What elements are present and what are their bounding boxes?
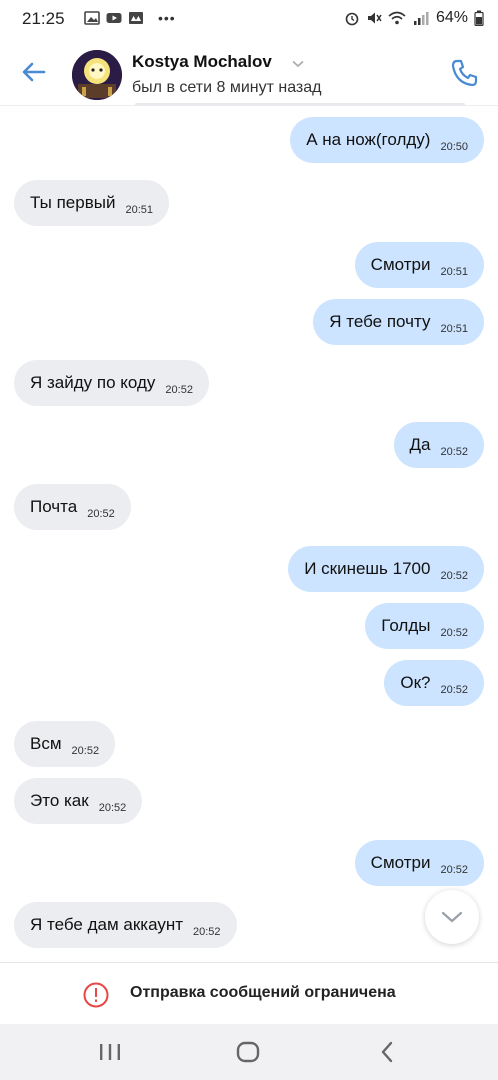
message-bubble-outgoing[interactable]: Голды 20:52: [365, 603, 484, 649]
message-bubble-incoming[interactable]: Это как 20:52: [14, 778, 143, 824]
wifi-icon: [388, 11, 406, 25]
chevron-down-icon[interactable]: [292, 60, 304, 68]
recent-apps-icon[interactable]: [96, 1040, 124, 1064]
message-text: Ок?: [400, 673, 431, 692]
message-text: Я зайду по коду: [30, 373, 156, 392]
chevron-down-icon: [441, 911, 463, 923]
message-time: 20:51: [125, 204, 153, 216]
message-time: 20:51: [440, 266, 468, 278]
status-time: 21:25: [22, 9, 65, 28]
message-time: 20:52: [440, 684, 468, 696]
status-bar: 21:25 ••• 64%: [0, 0, 498, 38]
message-text: И скинешь 1700: [304, 559, 431, 578]
message-time: 20:52: [98, 802, 127, 814]
message-bubble-outgoing[interactable]: И скинешь 1700 20:52: [288, 546, 484, 592]
message-bubble-incoming[interactable]: Ты первый 20:51: [14, 180, 169, 226]
message-bubble-outgoing[interactable]: Ок? 20:52: [384, 660, 484, 706]
message-bubble-outgoing[interactable]: А на нож(голду) 20:50: [290, 117, 484, 163]
message-text: Смотри: [370, 255, 431, 274]
message-text: Голды: [381, 616, 431, 635]
message-time: 20:52: [440, 446, 468, 458]
youtube-icon: [106, 13, 122, 23]
message-time: 20:50: [440, 141, 468, 153]
message-bubble-outgoing[interactable]: Смотри 20:52: [354, 840, 484, 886]
signal-icon: [413, 12, 429, 25]
message-text: Я тебе дам аккаунт: [30, 915, 184, 934]
phone-icon[interactable]: [448, 56, 482, 90]
home-icon[interactable]: [234, 1040, 262, 1064]
back-arrow-icon[interactable]: [18, 56, 50, 88]
battery-percent: 64%: [435, 9, 468, 26]
system-navigation-bar: [0, 1024, 498, 1080]
message-list[interactable]: А на нож(голду) 20:50 Ты первый 20:51 Смот…: [0, 106, 498, 962]
gallery-icon: [129, 12, 143, 24]
message-text: Всм: [30, 734, 62, 753]
message-time: 20:52: [440, 627, 468, 639]
restricted-message: Отправка сообщений ограничена: [130, 984, 396, 1001]
message-time: 20:52: [440, 570, 468, 582]
mute-icon: [367, 12, 382, 24]
message-text: Это как: [30, 791, 89, 810]
message-time: 20:52: [165, 384, 193, 396]
message-time: 20:52: [71, 745, 100, 757]
last-seen-status: был в сети 8 минут назад: [132, 79, 322, 96]
message-text: А на нож(голду): [306, 130, 431, 149]
message-text: Почта: [30, 497, 78, 516]
image-icon: [84, 11, 100, 25]
scroll-to-bottom-button[interactable]: [425, 890, 479, 944]
message-bubble-outgoing[interactable]: Да 20:52: [393, 422, 484, 468]
notification-icons: •••: [84, 10, 176, 26]
back-nav-icon[interactable]: [374, 1040, 402, 1064]
status-indicators: 64%: [344, 9, 484, 27]
more-notifications-icon: •••: [158, 10, 176, 26]
messaging-restricted-bar: Отправка сообщений ограничена: [0, 962, 498, 1024]
message-bubble-outgoing[interactable]: Я тебе почту 20:51: [313, 299, 484, 345]
message-bubble-incoming[interactable]: Всм 20:52: [14, 721, 116, 767]
message-bubble-outgoing[interactable]: Смотри 20:51: [354, 242, 484, 288]
warning-icon: [83, 982, 109, 1008]
message-bubble-incoming[interactable]: Я зайду по коду 20:52: [14, 360, 209, 406]
message-text: Да: [409, 435, 431, 454]
alarm-icon: [345, 12, 359, 26]
message-text: Ты первый: [30, 193, 116, 212]
contact-name[interactable]: Kostya Mochalov: [132, 52, 272, 72]
message-text: Смотри: [370, 853, 431, 872]
message-bubble-incoming[interactable]: Почта 20:52: [14, 484, 131, 530]
avatar-image: [72, 50, 122, 100]
message-time: 20:52: [440, 864, 468, 876]
avatar[interactable]: [72, 50, 122, 100]
message-time: 20:52: [87, 508, 115, 520]
message-time: 20:52: [193, 926, 221, 938]
battery-icon: [474, 10, 484, 26]
message-bubble-incoming[interactable]: Я тебе дам аккаунт 20:52: [14, 902, 237, 948]
chat-header: Kostya Mochalov был в сети 8 минут назад: [0, 38, 498, 106]
message-time: 20:51: [440, 323, 468, 335]
message-text: Я тебе почту: [329, 312, 431, 331]
